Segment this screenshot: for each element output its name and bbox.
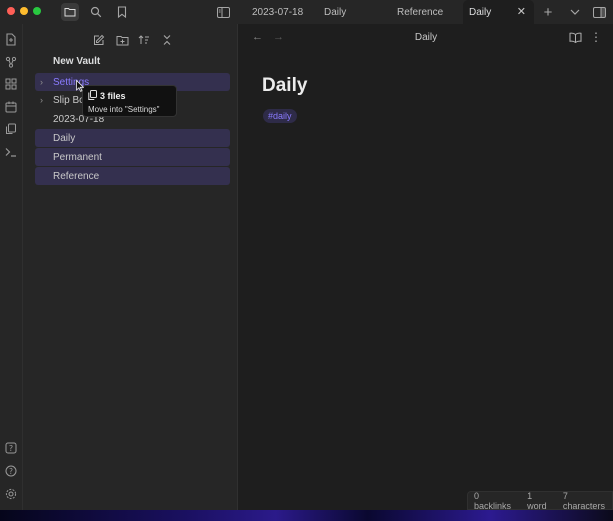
reading-view-book-icon[interactable]	[568, 30, 582, 44]
bookmark-icon[interactable]	[113, 3, 131, 21]
canvas-icon[interactable]	[4, 77, 18, 91]
tab-label: Daily	[469, 6, 492, 18]
search-icon[interactable]	[87, 3, 105, 21]
tooltip-title: 3 files	[100, 91, 126, 101]
tab-list-icon[interactable]	[566, 3, 584, 21]
drag-tooltip: 3 files Move into "Settings"	[82, 85, 177, 117]
chevron-right-icon[interactable]: ›	[40, 77, 43, 87]
tab-daily-active[interactable]: Daily ✕	[463, 0, 534, 24]
view-header-title[interactable]: Daily	[239, 32, 613, 43]
tree-item-label: Reference	[53, 170, 100, 182]
new-folder-icon[interactable]	[114, 32, 130, 48]
tab-label: 2023-07-18	[252, 6, 304, 18]
open-quick-switcher-icon[interactable]	[4, 32, 18, 46]
calendar-icon[interactable]	[4, 100, 18, 114]
help-vault-icon[interactable]: ?	[4, 441, 18, 455]
graph-view-icon[interactable]	[4, 55, 18, 69]
files-folder-icon[interactable]	[61, 3, 79, 21]
terminal-icon[interactable]	[4, 145, 18, 159]
tree-item-label: Daily	[53, 132, 76, 144]
svg-text:?: ?	[9, 467, 13, 476]
settings-gear-icon[interactable]	[4, 487, 18, 501]
toggle-sidebar-icon[interactable]	[214, 3, 232, 21]
sort-icon[interactable]	[136, 32, 152, 48]
mouse-cursor-icon	[76, 80, 84, 92]
character-count: 7 characters	[562, 490, 605, 511]
title-bar: 2023-07-18 Daily Reference Daily ✕ +	[0, 0, 613, 24]
tab-reference[interactable]: Reference	[390, 0, 460, 24]
window-close-button[interactable]	[7, 7, 15, 15]
collapse-all-icon[interactable]	[159, 32, 175, 48]
word-count: 1 word	[527, 490, 547, 511]
file-permanent[interactable]: Permanent	[35, 148, 230, 166]
document-title[interactable]: Daily	[262, 75, 307, 97]
svg-text:?: ?	[9, 444, 13, 453]
app-window: 2023-07-18 Daily Reference Daily ✕ + ? ?…	[0, 0, 613, 510]
chevron-right-icon[interactable]: ›	[40, 95, 43, 105]
backlinks-count[interactable]: 0 backlinks	[474, 491, 518, 511]
tab-label: Reference	[397, 6, 444, 18]
close-tab-icon[interactable]: ✕	[517, 5, 526, 18]
desktop-background-strip	[0, 510, 613, 521]
window-zoom-button[interactable]	[33, 7, 41, 15]
tree-item-label: Permanent	[53, 151, 102, 163]
editor-pane: ← → Daily ⋮ Daily #daily	[239, 24, 613, 510]
new-note-icon[interactable]	[91, 32, 107, 48]
tooltip-title-row: 3 files	[88, 90, 171, 102]
left-ribbon: ? ?	[0, 24, 23, 510]
vault-name[interactable]: New Vault	[53, 56, 100, 67]
window-minimize-button[interactable]	[20, 7, 28, 15]
file-daily[interactable]: Daily	[35, 129, 230, 147]
status-bar: 0 backlinks 1 word 7 characters	[467, 491, 613, 510]
copy-icon[interactable]	[4, 122, 18, 136]
file-reference[interactable]: Reference	[35, 167, 230, 185]
tab-2023-07-18[interactable]: 2023-07-18	[245, 0, 313, 24]
more-options-icon[interactable]: ⋮	[589, 30, 603, 44]
tag-pill[interactable]: #daily	[263, 109, 297, 123]
tab-label: Daily	[324, 6, 347, 18]
tooltip-subtitle: Move into "Settings"	[88, 105, 160, 114]
toggle-right-sidebar-icon[interactable]	[590, 3, 608, 21]
files-icon	[88, 90, 97, 102]
tab-daily[interactable]: Daily	[317, 0, 377, 24]
help-icon[interactable]: ?	[4, 464, 18, 478]
new-tab-icon[interactable]: +	[539, 3, 557, 21]
